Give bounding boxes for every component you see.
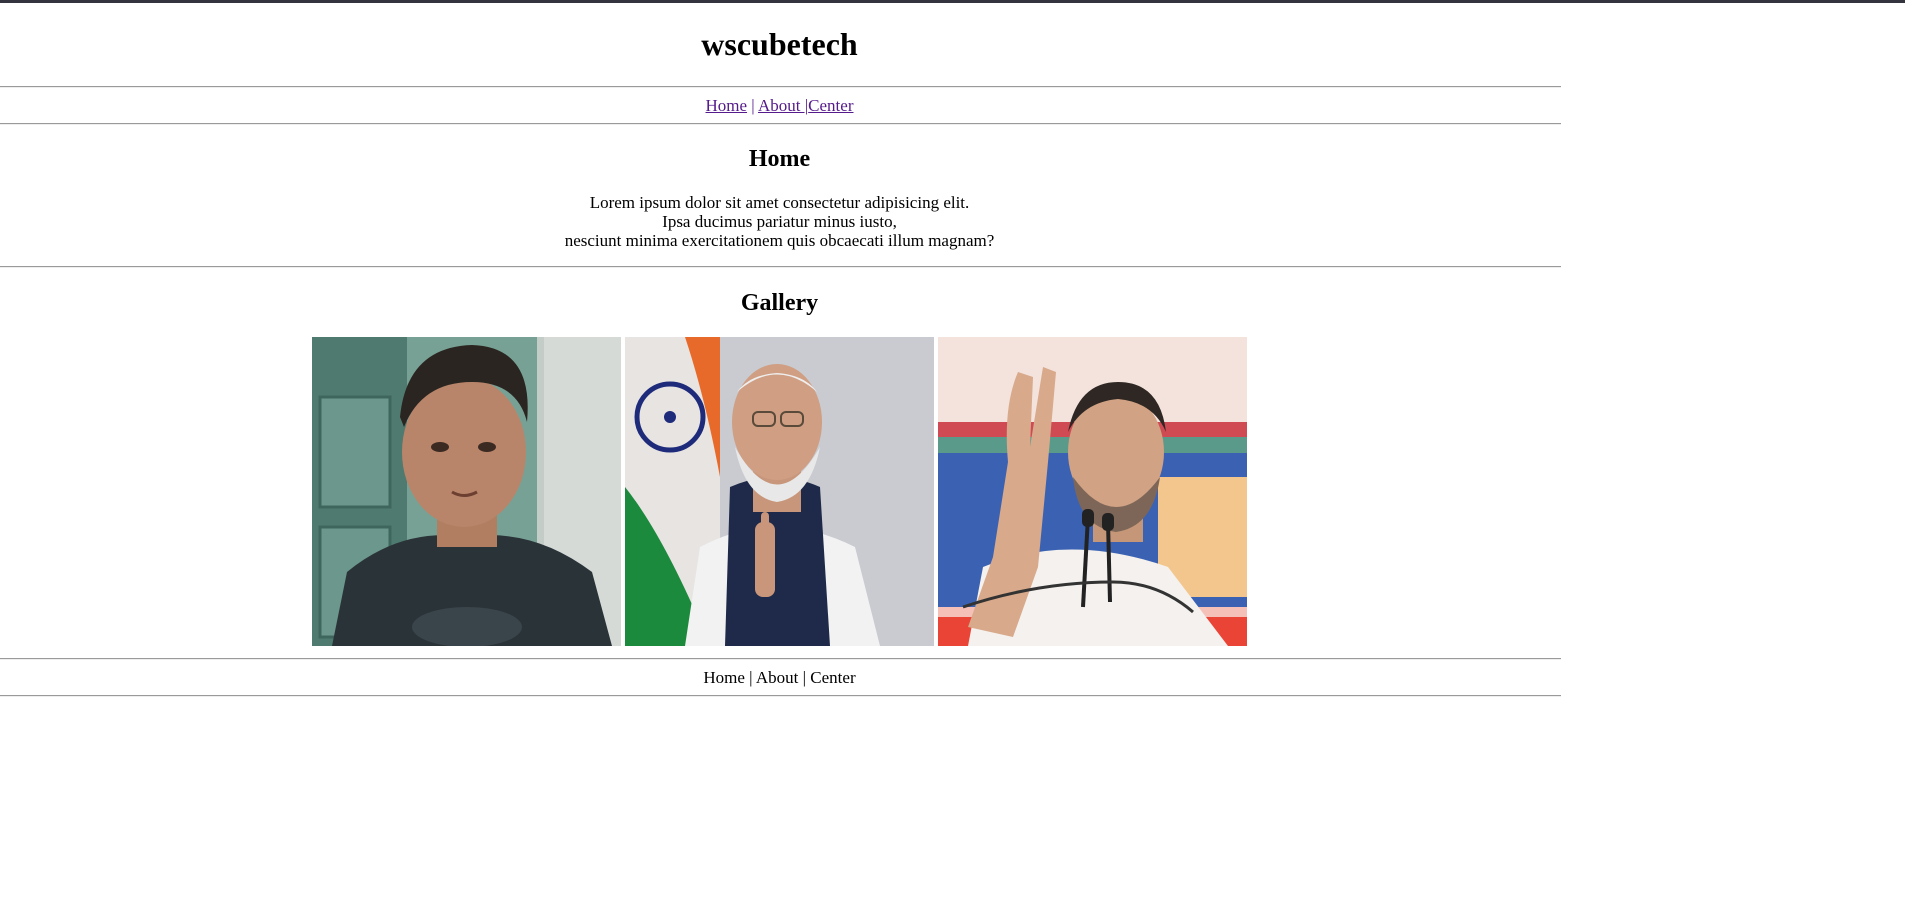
home-text-line: nesciunt minima exercitationem quis obca… — [564, 231, 995, 250]
footer-link-about[interactable]: About — [756, 668, 799, 687]
gallery-grid — [312, 337, 1248, 646]
footer-link-center[interactable]: Center — [810, 668, 855, 687]
gallery-image-1 — [312, 337, 621, 646]
footer-navigation: Home | About | Center — [0, 667, 1559, 689]
divider — [0, 86, 1561, 88]
divider — [0, 658, 1561, 660]
gallery-image-2 — [625, 337, 934, 646]
top-navigation: Home | About |Center — [0, 95, 1559, 117]
nav-link-home[interactable]: Home — [706, 96, 748, 115]
footer-separator: | — [749, 668, 753, 687]
gallery-image-3 — [938, 337, 1247, 646]
footer-separator: | — [802, 668, 807, 687]
browser-top-bar — [0, 0, 1905, 3]
nav-link-center[interactable]: Center — [808, 96, 853, 115]
gallery-section-title: Gallery — [740, 290, 819, 316]
divider — [0, 123, 1561, 125]
nav-link-about[interactable]: About | — [758, 96, 808, 115]
divider — [0, 695, 1561, 697]
home-paragraph: Lorem ipsum dolor sit amet consectetur a… — [0, 193, 1559, 250]
home-section-title: Home — [748, 146, 811, 172]
divider — [0, 266, 1561, 268]
site-title: wscubetech — [701, 26, 858, 62]
footer-link-home[interactable]: Home — [703, 668, 745, 687]
home-text-line: Lorem ipsum dolor sit amet consectetur a… — [589, 193, 970, 212]
home-text-line: Ipsa ducimus pariatur minus iusto, — [662, 212, 897, 231]
nav-separator: | — [747, 96, 759, 115]
